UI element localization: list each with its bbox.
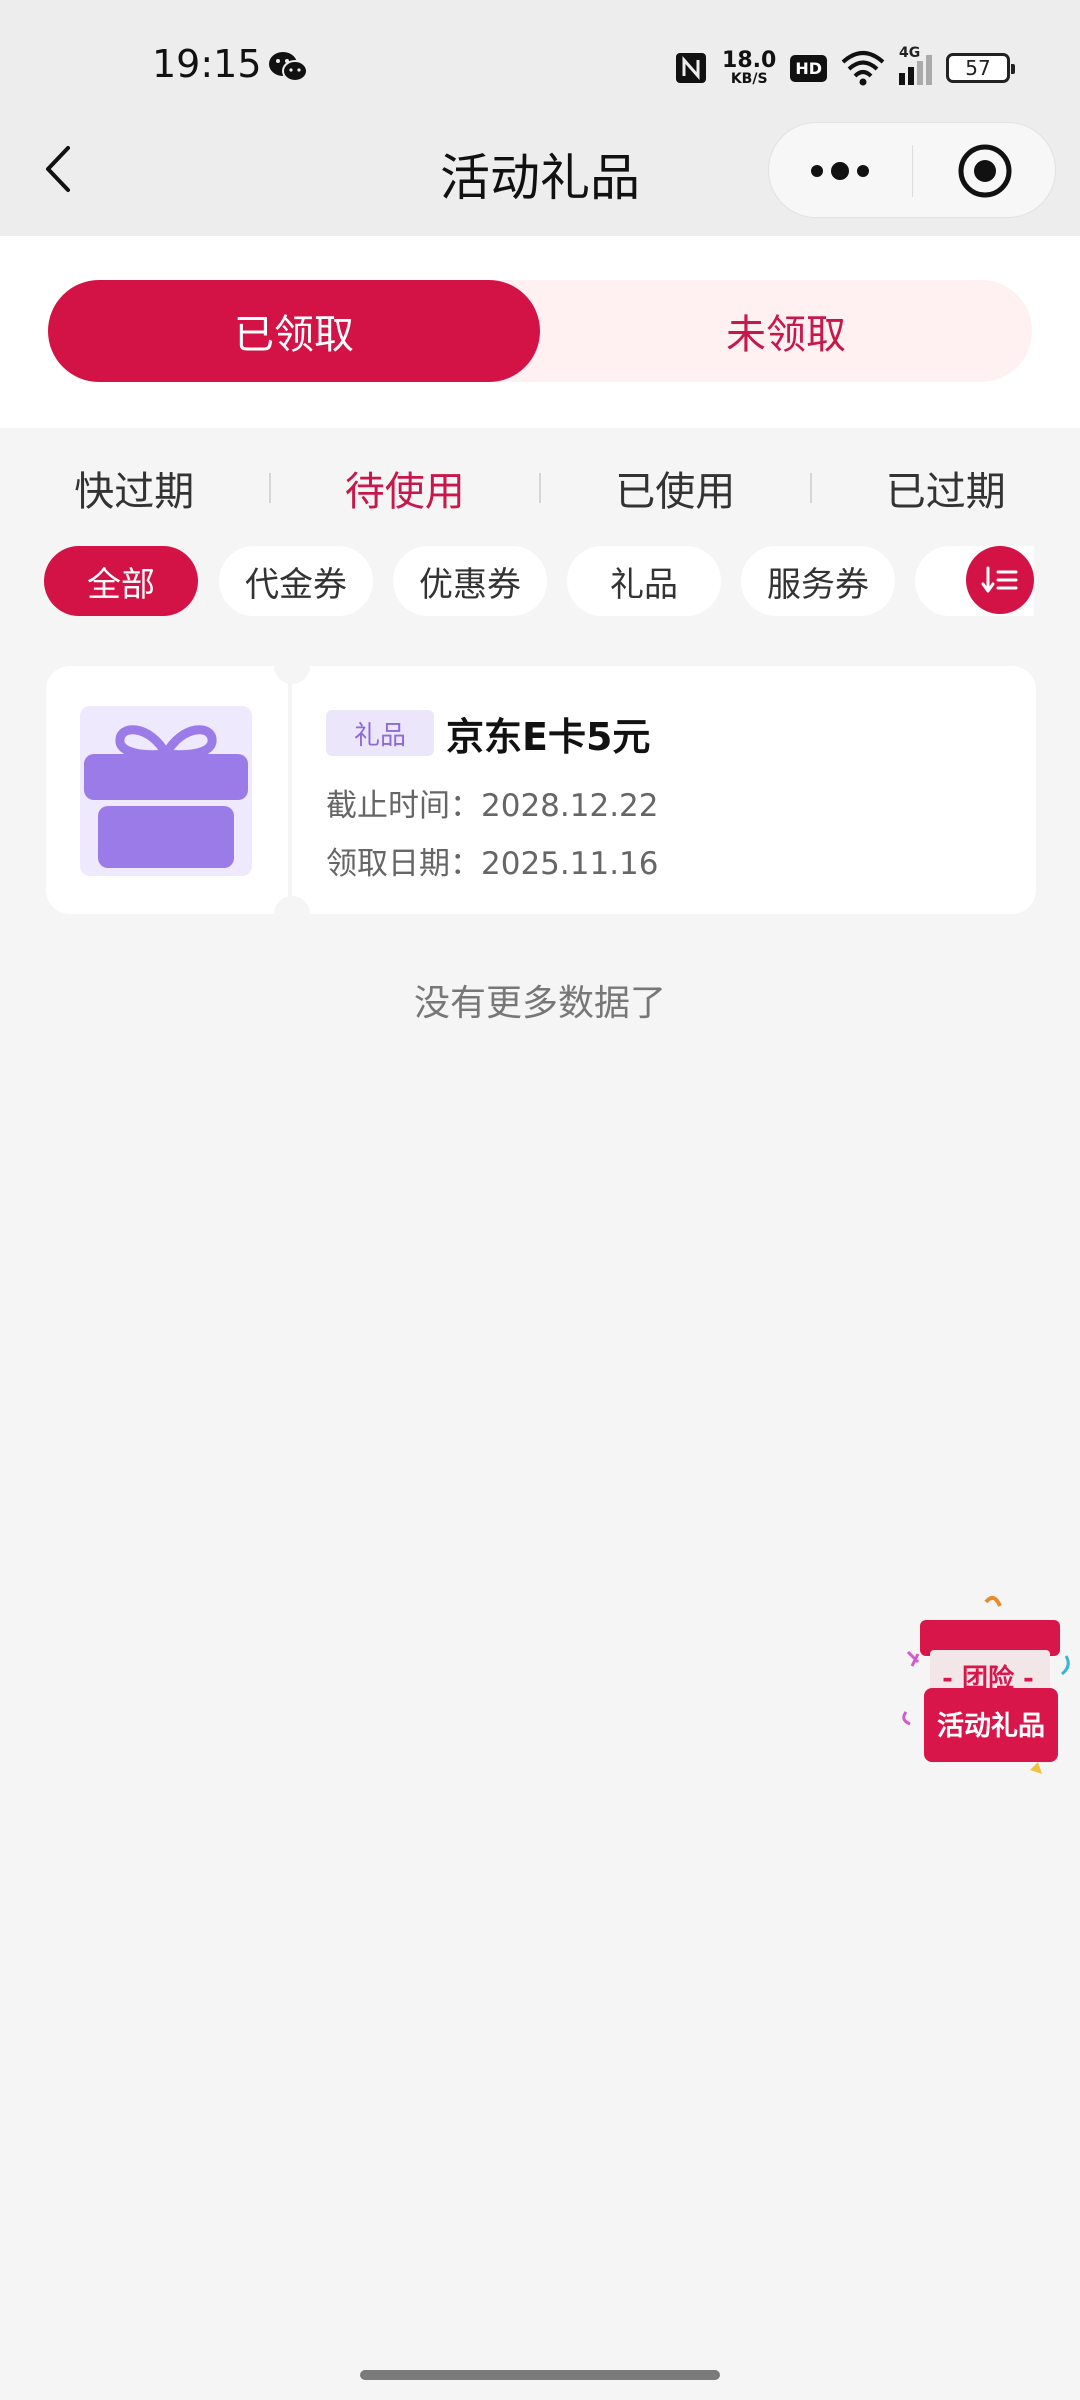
- signal-label: 4G: [899, 45, 921, 61]
- received-tabs: 已领取 未领取: [48, 280, 1032, 382]
- chip-cash-voucher[interactable]: 代金券: [219, 546, 373, 616]
- close-mini-program-icon[interactable]: [957, 143, 1013, 199]
- battery-icon: 57: [946, 53, 1015, 83]
- tab-received[interactable]: 已领取: [48, 280, 540, 382]
- deadline-label: 截止时间：: [326, 788, 481, 824]
- status-time: 19:15: [152, 42, 262, 86]
- deadline-row: 截止时间：2028.12.22: [326, 780, 659, 825]
- gift-icon: [84, 725, 248, 868]
- net-speed: 18.0 KB/S: [722, 48, 777, 87]
- received-date-row: 领取日期：2025.11.16: [326, 838, 659, 883]
- net-speed-unit: KB/S: [730, 71, 768, 87]
- tab-used[interactable]: 已使用: [541, 459, 810, 517]
- nfc-icon: [676, 53, 707, 83]
- tab-not-received[interactable]: 未领取: [540, 280, 1032, 382]
- signal-icon: 4G: [899, 45, 932, 85]
- tab-expired[interactable]: 已过期: [812, 459, 1080, 517]
- received-date-value: 2025.11.16: [481, 846, 659, 882]
- no-more-data-text: 没有更多数据了: [413, 983, 666, 1024]
- battery-level: 57: [965, 56, 991, 80]
- home-indicator[interactable]: [360, 2370, 720, 2380]
- badge-top-text: - 团险 -: [942, 1664, 1034, 1694]
- sort-icon: [981, 566, 1018, 593]
- chip-gift[interactable]: 礼品: [567, 546, 721, 616]
- gift-card[interactable]: 礼品 京东E卡5元 截止时间：2028.12.22 领取日期：2025.11.1…: [46, 666, 1036, 914]
- badge-bottom-text: 活动礼品: [937, 1711, 1045, 1742]
- chip-coupon[interactable]: 优惠券: [393, 546, 547, 616]
- status-tabs: 快过期 待使用 已使用 已过期: [0, 430, 1080, 546]
- gift-name: 京东E卡5元: [446, 715, 651, 759]
- category-chips: 全部 代金券 优惠券 礼品 服务券: [44, 546, 1034, 618]
- mini-program-capsule: [768, 122, 1056, 218]
- wechat-icon: [269, 52, 308, 82]
- chip-all[interactable]: 全部: [44, 546, 198, 616]
- gift-card-left: [46, 666, 288, 914]
- capsule-divider: [912, 145, 913, 197]
- received-date-label: 领取日期：: [326, 846, 481, 882]
- gift-type-tag: 礼品: [326, 710, 434, 756]
- nav-bar: 活动礼品: [0, 100, 1080, 236]
- net-speed-value: 18.0: [722, 48, 777, 73]
- tab-to-be-used[interactable]: 待使用: [271, 459, 540, 517]
- top-tabs-section: 已领取 未领取: [0, 236, 1080, 428]
- hd-badge: HD: [790, 54, 827, 82]
- gift-card-right: 礼品 京东E卡5元 截止时间：2028.12.22 领取日期：2025.11.1…: [292, 666, 1036, 914]
- gift-thumbnail: [80, 706, 252, 876]
- more-icon[interactable]: [807, 153, 873, 189]
- floating-gift-badge[interactable]: - 团险 - 活动礼品: [896, 1592, 1080, 1778]
- sort-button[interactable]: [966, 546, 1034, 614]
- tab-expiring-soon[interactable]: 快过期: [0, 459, 269, 517]
- wifi-icon: [841, 51, 885, 86]
- chip-service-voucher[interactable]: 服务券: [741, 546, 895, 616]
- deadline-value: 2028.12.22: [481, 788, 659, 824]
